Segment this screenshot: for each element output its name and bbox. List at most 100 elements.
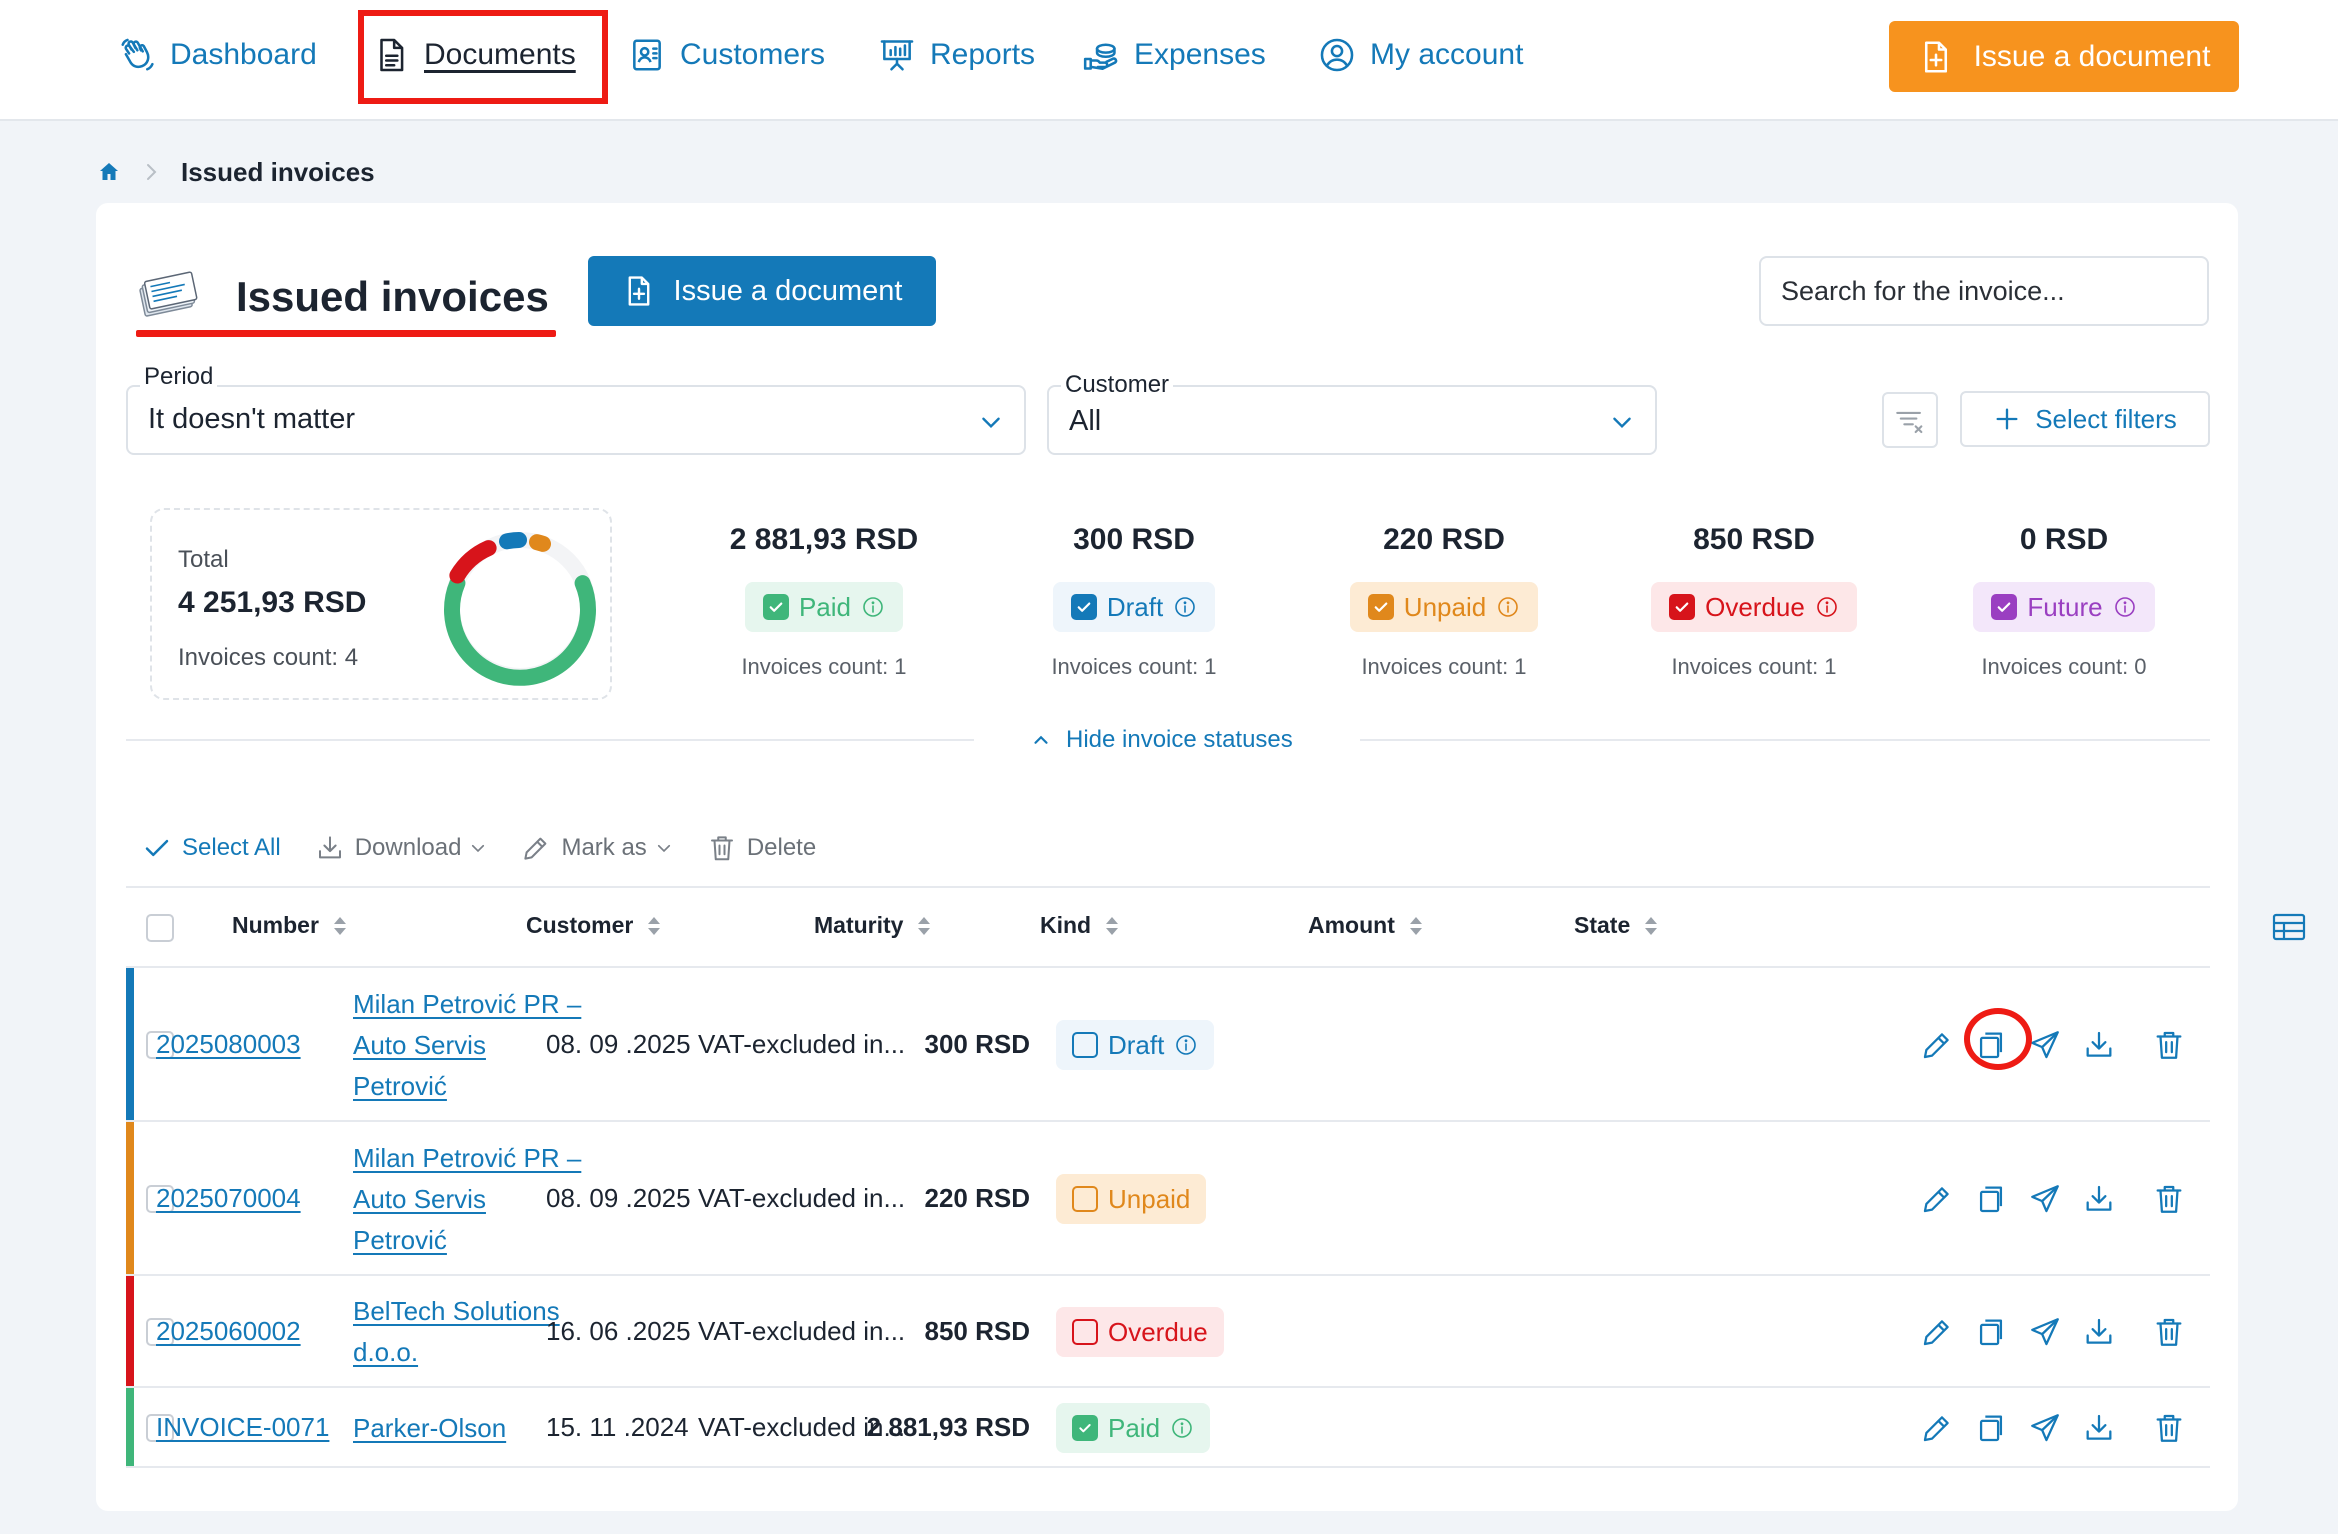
nav-reports-label: Reports — [930, 38, 1036, 71]
issue-document-label: Issue a document — [673, 274, 903, 307]
delete-selected-button[interactable]: Delete — [707, 833, 816, 863]
title-underline-annotation — [136, 330, 556, 337]
top-navigation: Dashboard Documents Customers Reports Ex… — [0, 0, 2338, 121]
copy-button[interactable] — [1974, 1315, 2008, 1349]
mark-as-menu-button[interactable]: Mark as — [521, 833, 672, 863]
status-amount: 300 RSD — [1073, 523, 1195, 556]
download-button[interactable] — [2082, 1411, 2116, 1445]
invoice-number-link[interactable]: 2025080003 — [156, 1029, 301, 1060]
status-checkbox[interactable] — [762, 594, 789, 620]
status-badge-unpaid[interactable]: Unpaid — [1349, 582, 1539, 632]
status-label: Overdue — [1705, 591, 1805, 622]
edit-button[interactable] — [1920, 1315, 1954, 1349]
edit-button[interactable] — [1920, 1411, 1954, 1445]
hand-wave-icon — [121, 38, 154, 71]
column-header-state[interactable]: State — [1574, 912, 1660, 939]
select-all-checkbox[interactable] — [146, 914, 174, 942]
send-icon — [2031, 1185, 2059, 1213]
delete-button[interactable] — [2152, 1028, 2186, 1062]
select-all-button[interactable]: Select All — [142, 833, 281, 863]
copy-button[interactable] — [1974, 1182, 2008, 1216]
edit-button[interactable] — [1920, 1028, 1954, 1062]
nav-customers[interactable]: Customers — [628, 26, 825, 84]
status-checkbox[interactable] — [1669, 594, 1696, 620]
status-summary-unpaid: 220 RSD Unpaid Invoices count: 1 — [1294, 520, 1594, 690]
hide-statuses-toggle[interactable]: Hide invoice statuses — [1030, 724, 1293, 756]
row-actions — [1920, 1028, 2206, 1062]
send-button[interactable] — [2028, 1315, 2062, 1349]
state-badge-draft[interactable]: Draft — [1056, 1020, 1215, 1070]
column-header-number[interactable]: Number — [232, 912, 349, 939]
delete-button[interactable] — [2152, 1315, 2186, 1349]
column-header-label: State — [1574, 912, 1631, 938]
download-button[interactable] — [2082, 1315, 2116, 1349]
status-badge-future[interactable]: Future — [1973, 582, 2155, 632]
send-icon — [2031, 1318, 2059, 1346]
info-icon[interactable] — [861, 595, 885, 619]
info-icon[interactable] — [2113, 595, 2137, 619]
state-badge-paid[interactable]: Paid — [1056, 1403, 1211, 1453]
table-row[interactable]: 2025060002 BelTech Solutions d.o.o. 16. 06 … — [126, 1276, 2210, 1388]
nav-dashboard[interactable]: Dashboard — [118, 26, 317, 84]
download-menu-button[interactable]: Download — [315, 833, 488, 863]
period-select[interactable]: Period It doesn't matter — [126, 363, 1026, 455]
table-row[interactable]: 2025080003 Milan Petrović PR – Auto Servis… — [126, 968, 2210, 1122]
state-badge-overdue[interactable]: Overdue — [1056, 1307, 1224, 1357]
table-columns-icon[interactable] — [2272, 912, 2306, 942]
pencil-icon — [524, 837, 547, 860]
clear-filters-button[interactable] — [1882, 392, 1938, 448]
delete-button[interactable] — [2152, 1411, 2186, 1445]
trash-icon — [2156, 1318, 2182, 1346]
download-button[interactable] — [2082, 1028, 2116, 1062]
invoice-search-input[interactable] — [1759, 256, 2209, 326]
status-checkbox[interactable] — [1991, 594, 2018, 620]
maturity-date: 15. 11 .2024 — [546, 1412, 689, 1442]
info-icon[interactable] — [1496, 595, 1520, 619]
invoices-stack-icon — [139, 271, 198, 317]
status-amount: 220 RSD — [1383, 523, 1505, 556]
top-issue-document-button[interactable]: Issue a document — [1889, 21, 2239, 92]
delete-button[interactable] — [2152, 1182, 2186, 1216]
nav-my-account[interactable]: My account — [1318, 26, 1523, 84]
invoice-number-link[interactable]: INVOICE-0071 — [156, 1412, 329, 1443]
download-button[interactable] — [2082, 1182, 2116, 1216]
column-header-maturity[interactable]: Maturity — [814, 912, 933, 939]
column-header-amount[interactable]: Amount — [1308, 912, 1425, 939]
row-status-stripe — [126, 1122, 134, 1274]
info-icon[interactable] — [1173, 595, 1197, 619]
nav-reports[interactable]: Reports — [878, 26, 1035, 84]
edit-button[interactable] — [1920, 1182, 1954, 1216]
check-icon — [769, 602, 783, 612]
column-header-kind[interactable]: Kind — [1040, 912, 1121, 939]
customer-select[interactable]: Customer All — [1047, 371, 1657, 455]
column-header-label: Number — [232, 912, 319, 938]
status-badge-draft[interactable]: Draft — [1052, 582, 1216, 632]
column-header-customer[interactable]: Customer — [526, 912, 663, 939]
nav-expenses[interactable]: Expenses — [1082, 26, 1266, 84]
table-row[interactable]: 2025070004 Milan Petrović PR – Auto Servis… — [126, 1122, 2210, 1276]
sort-icon — [918, 916, 931, 935]
status-badge-overdue[interactable]: Overdue — [1651, 582, 1857, 632]
info-icon[interactable] — [1815, 595, 1839, 619]
status-checkbox[interactable] — [1367, 594, 1394, 620]
user-circle-icon — [1320, 38, 1354, 72]
state-badge-unpaid[interactable]: Unpaid — [1056, 1174, 1207, 1224]
send-button[interactable] — [2028, 1182, 2062, 1216]
table-row[interactable]: INVOICE-0071 Parker-Olson 15. 11 .2024 VAT-… — [126, 1388, 2210, 1468]
select-filters-button[interactable]: Select filters — [1960, 391, 2210, 447]
send-button[interactable] — [2028, 1028, 2062, 1062]
info-icon[interactable] — [1170, 1416, 1194, 1440]
copy-button[interactable] — [1974, 1411, 2008, 1445]
check-icon — [1077, 602, 1091, 612]
invoice-number-link[interactable]: 2025060002 — [156, 1316, 301, 1347]
status-badge-paid[interactable]: Paid — [744, 582, 904, 632]
status-checkbox[interactable] — [1070, 594, 1097, 620]
home-icon[interactable] — [97, 160, 121, 184]
invoice-number-link[interactable]: 2025070004 — [156, 1183, 301, 1214]
nav-dashboard-label: Dashboard — [170, 38, 317, 71]
invoice-amount: 2 881,93 RSD — [866, 1412, 1030, 1442]
issue-document-button[interactable]: Issue a document — [588, 256, 936, 326]
chevron-down-icon — [472, 844, 485, 853]
send-button[interactable] — [2028, 1411, 2062, 1445]
info-icon[interactable] — [1174, 1033, 1198, 1057]
